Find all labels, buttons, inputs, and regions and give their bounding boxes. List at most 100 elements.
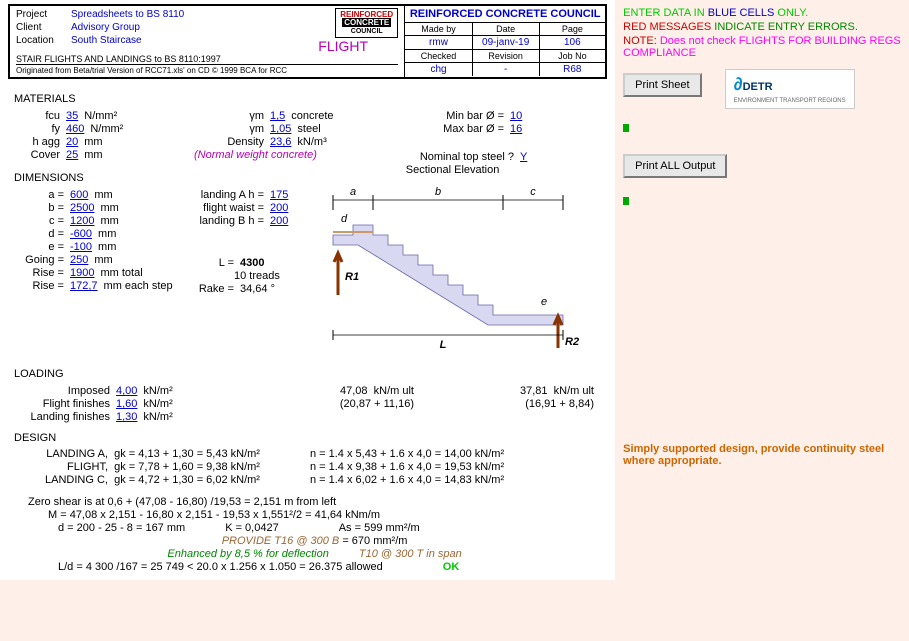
ff-label: Flight finishes xyxy=(14,398,116,410)
hagg-input[interactable]: 20 xyxy=(66,136,78,148)
la-n: n = 1.4 x 5,43 + 1.6 x 4,0 = 14,00 kN/m² xyxy=(310,448,504,460)
minbar-input[interactable]: 10 xyxy=(510,110,522,122)
r2-unit: kN/m ult xyxy=(554,385,594,397)
d-input[interactable]: -600 xyxy=(70,228,92,240)
gm2-input[interactable]: 1,05 xyxy=(270,123,291,135)
rise2-value: 172,7 xyxy=(70,280,98,292)
fcu-input[interactable]: 35 xyxy=(66,110,78,122)
materials-title: MATERIALS xyxy=(14,93,601,105)
lc-n: n = 1.4 x 6,02 + 1.6 x 4,0 = 14,83 kN/m² xyxy=(310,474,504,486)
zero-shear: Zero shear is at 0,6 + (47,08 - 16,80) /… xyxy=(28,496,336,508)
origin-note: Originated from Beta/trial Version of RC… xyxy=(16,64,398,75)
detr-logo: ∂DETR ENVIRONMENT TRANSPORT REGIONS xyxy=(725,69,855,109)
stair-diagram: a b c d R1 R2 e L xyxy=(323,180,583,360)
date-label: Date xyxy=(472,23,539,36)
r2-value: 37,81 xyxy=(520,385,548,397)
design-title: DESIGN xyxy=(14,432,601,444)
project-value: Spreadsheets to BS 8110 xyxy=(71,9,184,20)
a-input[interactable]: 600 xyxy=(70,189,88,201)
treads-value: 10 treads xyxy=(234,270,280,282)
made-by-label: Made by xyxy=(405,23,472,36)
nomtop-input[interactable]: Y xyxy=(520,151,527,163)
minbar-label: Min bar Ø = xyxy=(394,110,510,122)
page-label: Page xyxy=(539,23,606,36)
going-unit: mm xyxy=(88,254,112,266)
nomtop-label: Nominal top steel ? xyxy=(394,151,520,163)
imposed-label: Imposed xyxy=(14,385,116,397)
b-unit: mm xyxy=(94,202,118,214)
enter-note: ENTER DATA IN BLUE CELLS ONLY. xyxy=(623,7,901,19)
gm1-input[interactable]: 1,5 xyxy=(270,110,285,122)
landb-input[interactable]: 200 xyxy=(270,215,288,227)
fy-label: fy xyxy=(14,123,66,135)
gm2-label: γm xyxy=(194,123,270,135)
diag-e: e xyxy=(541,296,547,308)
sectional-title: Sectional Elevation xyxy=(304,164,601,176)
going-label: Going = xyxy=(14,254,70,266)
lf-unit: kN/m² xyxy=(137,411,172,423)
compliance-note: NOTE: Does not check FLIGHTS FOR BUILDIN… xyxy=(623,35,901,59)
hagg-label: h agg xyxy=(14,136,66,148)
b-label: b = xyxy=(14,202,70,214)
rise2-label: Rise = xyxy=(14,280,70,292)
enhance-note: Enhanced by 8,5 % for deflection xyxy=(167,548,328,560)
r1-calc: (20,87 + 11,16) xyxy=(340,398,414,410)
l-value: 4300 xyxy=(240,257,264,269)
imposed-input[interactable]: 4,00 xyxy=(116,385,137,397)
density-input[interactable]: 23,6 xyxy=(270,136,291,148)
landa-input[interactable]: 175 xyxy=(270,189,288,201)
going-input[interactable]: 250 xyxy=(70,254,88,266)
e-input[interactable]: -100 xyxy=(70,241,92,253)
c-input[interactable]: 1200 xyxy=(70,215,94,227)
waist-input[interactable]: 200 xyxy=(270,202,288,214)
gm1-mat: concrete xyxy=(285,110,333,122)
fy-input[interactable]: 460 xyxy=(66,123,84,135)
d-unit: mm xyxy=(92,228,116,240)
rise2-unit: mm each step xyxy=(98,280,173,292)
cover-unit: mm xyxy=(78,149,102,161)
project-label: Project xyxy=(16,9,71,20)
provide-value: = 670 mm²/m xyxy=(342,535,407,547)
maxbar-input[interactable]: 16 xyxy=(510,123,522,135)
fl-label: FLIGHT, xyxy=(28,461,108,473)
print-all-button[interactable]: Print ALL Output xyxy=(623,154,727,178)
diag-b: b xyxy=(435,186,441,198)
b-input[interactable]: 2500 xyxy=(70,202,94,214)
landb-label: landing B h = xyxy=(174,215,270,227)
a-unit: mm xyxy=(88,189,112,201)
la-label: LANDING A, xyxy=(28,448,108,460)
waist-label: flight waist = xyxy=(174,202,270,214)
ff-input[interactable]: 1,60 xyxy=(116,398,137,410)
cover-input[interactable]: 25 xyxy=(66,149,78,161)
landa-label: landing A h = xyxy=(174,189,270,201)
imposed-unit: kN/m² xyxy=(137,385,172,397)
checked-value: chg xyxy=(405,63,472,76)
revision-label: Revision xyxy=(472,50,539,63)
d-label: d = xyxy=(14,228,70,240)
date-value: 09-janv-19 xyxy=(472,36,539,50)
fl-n: n = 1.4 x 9,38 + 1.6 x 4,0 = 19,53 kN/m² xyxy=(310,461,504,473)
rake-value: 34,64 ° xyxy=(240,283,275,295)
location-value: South Staircase xyxy=(71,35,142,46)
lf-label: Landing finishes xyxy=(14,411,116,423)
weight-note: (Normal weight concrete) xyxy=(194,149,317,161)
header-box: ProjectSpreadsheets to BS 8110 ClientAdv… xyxy=(8,4,607,79)
diag-a: a xyxy=(350,186,356,198)
fcu-label: fcu xyxy=(14,110,66,122)
tick-icon xyxy=(623,197,629,205)
fl-gk: gk = 7,78 + 1,60 = 9,38 kN/m² xyxy=(114,461,260,473)
diag-c: c xyxy=(530,186,536,198)
c-label: c = xyxy=(14,215,70,227)
la-gk: gk = 4,13 + 1,30 = 5,43 kN/m² xyxy=(114,448,260,460)
loading-title: LOADING xyxy=(14,368,601,380)
r1-unit: kN/m ult xyxy=(374,385,414,397)
rise1-input[interactable]: 1900 xyxy=(70,267,94,279)
jobno-value: R68 xyxy=(539,63,606,76)
e-label: e = xyxy=(14,241,70,253)
gm2-mat: steel xyxy=(291,123,320,135)
tick-icon xyxy=(623,124,629,132)
flight-title: FLIGHT xyxy=(288,38,398,54)
print-sheet-button[interactable]: Print Sheet xyxy=(623,73,701,97)
lf-input[interactable]: 1,30 xyxy=(116,411,137,423)
hagg-unit: mm xyxy=(78,136,102,148)
